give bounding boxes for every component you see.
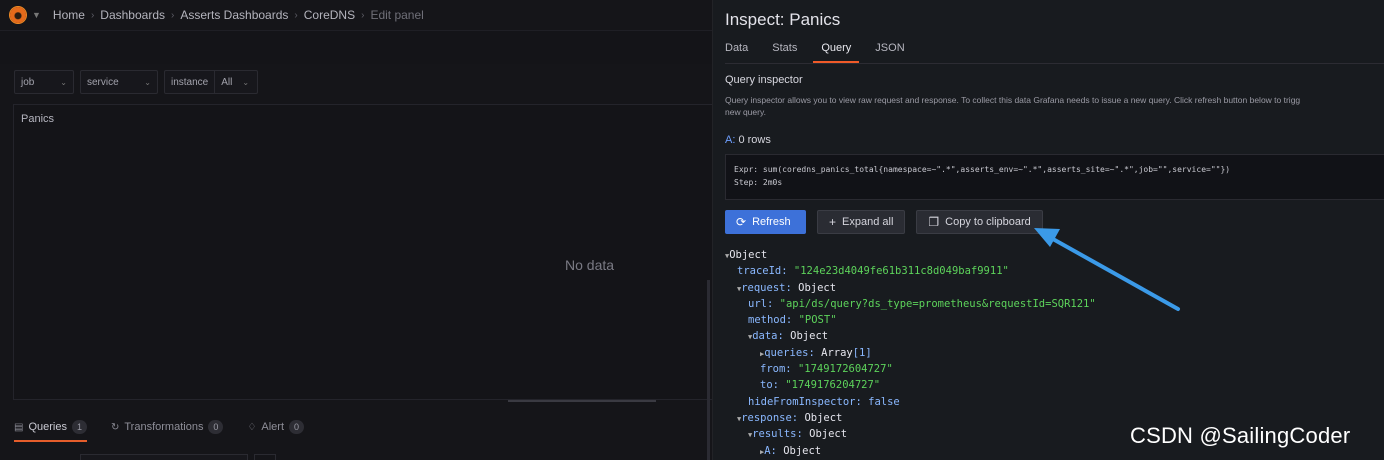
bell-icon: ♢ [247, 421, 257, 433]
copy-icon: ❐ [928, 215, 940, 229]
tab-queries[interactable]: ▤ Queries 1 [14, 412, 87, 442]
query-options-button[interactable] [254, 454, 276, 460]
drawer-title: Inspect: Panics [725, 10, 841, 29]
refresh-label: Refresh [752, 216, 791, 228]
chevron-down-icon: ⌄ [144, 77, 151, 87]
chevron-down-icon: ⌄ [60, 77, 67, 87]
tree-node-a[interactable]: ▶A: Object [725, 443, 1096, 459]
copy-label: Copy to clipboard [945, 216, 1031, 228]
breadcrumb-separator-icon: › [294, 9, 298, 21]
no-data-message: No data [565, 257, 615, 273]
inspect-tabs: Data Stats Query JSON [725, 38, 905, 63]
chevron-down-icon[interactable]: ▼ [32, 10, 41, 20]
tab-label: Alert [261, 421, 285, 433]
tab-label: Queries [28, 421, 67, 433]
panel-toolbar [0, 30, 712, 64]
refresh-button[interactable]: ⟳ Refresh [725, 210, 806, 234]
tree-node-queries[interactable]: ▶queries: Array[1] [725, 345, 1096, 361]
transform-icon: ↻ [110, 421, 120, 433]
step-line: Step: 2m0s [734, 178, 783, 187]
breadcrumb-coredns[interactable]: CoreDNS [304, 8, 355, 22]
variable-instance[interactable]: instance All ⌄ [164, 70, 258, 94]
query-inspector-description: Query inspector allows you to view raw r… [725, 95, 1301, 105]
grafana-logo-icon[interactable] [10, 7, 26, 23]
query-ref: A: [725, 134, 736, 146]
count-badge: 1 [71, 420, 87, 434]
breadcrumb-separator-icon: › [171, 9, 175, 21]
variable-label: service [87, 76, 119, 88]
tab-data[interactable]: Data [725, 38, 748, 63]
copy-to-clipboard-button[interactable]: ❐ Copy to clipboard [916, 210, 1043, 234]
query-inspector-heading: Query inspector [725, 74, 803, 86]
annotation-arrow-icon [1034, 228, 1180, 311]
variable-label: job [21, 76, 35, 88]
breadcrumb-edit-panel: Edit panel [370, 8, 424, 22]
variable-bar: job ⌄ service ⌄ instance All ⌄ [14, 70, 258, 94]
expr-line: Expr: sum(coredns_panics_total{namespace… [734, 165, 1231, 174]
tree-node-hidefrominspector: hideFromInspector: false [748, 395, 900, 408]
query-row-count: A: 0 rows [725, 134, 771, 146]
tab-transformations[interactable]: ↻ Transformations 0 [110, 412, 224, 442]
inspector-actions: ⟳ Refresh + Expand all ❐ Copy to clipboa… [725, 210, 1043, 234]
breadcrumb-dashboards[interactable]: Dashboards [100, 8, 165, 22]
dashboard-editor: ▼ Home › Dashboards › Asserts Dashboards… [0, 0, 713, 460]
tab-stats[interactable]: Stats [772, 38, 797, 63]
variable-job[interactable]: job ⌄ [14, 70, 74, 94]
top-navigation: ▼ Home › Dashboards › Asserts Dashboards… [0, 0, 712, 30]
panel-resize-handle[interactable] [508, 400, 656, 402]
plus-icon: + [829, 215, 837, 229]
database-icon: ▤ [14, 421, 24, 433]
query-datasource-picker[interactable] [80, 454, 248, 460]
rows-text: 0 rows [738, 134, 771, 146]
sync-icon: ⟳ [736, 215, 747, 229]
tab-alert[interactable]: ♢ Alert 0 [247, 412, 305, 442]
tree-node-results[interactable]: ▼results: Object [725, 426, 1096, 442]
tree-node-to: to: "1749176204727" [760, 379, 881, 392]
count-badge: 0 [208, 420, 224, 434]
breadcrumb-asserts-dashboards[interactable]: Asserts Dashboards [180, 8, 288, 22]
expand-all-button[interactable]: + Expand all [817, 210, 906, 234]
panel-preview: Panics No data [13, 104, 713, 400]
tab-query[interactable]: Query [813, 38, 860, 63]
breadcrumb-separator-icon: › [361, 9, 365, 21]
breadcrumb-separator-icon: › [90, 9, 95, 21]
breadcrumb-home[interactable]: Home [53, 8, 85, 22]
tree-node-response[interactable]: ▼response: Object [725, 410, 1096, 426]
query-expression-box: Expr: sum(coredns_panics_total{namespace… [725, 154, 1384, 200]
tab-label: Transformations [124, 421, 204, 433]
variable-service[interactable]: service ⌄ [80, 70, 158, 94]
editor-tabs: ▤ Queries 1 ↻ Transformations 0 ♢ Alert … [14, 412, 305, 442]
expand-label: Expand all [842, 216, 894, 228]
variable-label: instance [171, 76, 209, 88]
query-inspector-description-cont: new query. [725, 107, 766, 117]
scrollbar[interactable] [707, 280, 710, 460]
tabs-divider [725, 63, 1384, 64]
tab-json[interactable]: JSON [875, 38, 904, 63]
panel-title[interactable]: Panics [21, 113, 54, 125]
tree-node-from: from: "1749172604727" [760, 363, 893, 376]
chevron-down-icon: ⌄ [242, 77, 250, 87]
variable-value: All [214, 71, 236, 93]
watermark: CSDN @SailingCoder [1130, 423, 1351, 448]
tree-node-data[interactable]: ▼data: Object [725, 328, 1096, 344]
count-badge: 0 [289, 420, 305, 434]
